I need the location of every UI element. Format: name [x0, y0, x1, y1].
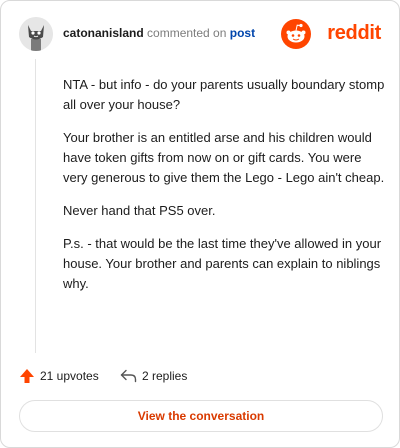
upvote-count: 21 upvotes [40, 369, 99, 383]
replies-button[interactable]: 2 replies [120, 366, 187, 386]
username-link[interactable]: catonanisland [63, 26, 144, 40]
avatar[interactable] [19, 17, 53, 51]
comment-paragraph: NTA - but info - do your parents usually… [63, 77, 385, 112]
action-text: commented on [147, 26, 227, 40]
reddit-snoo-icon [281, 19, 311, 49]
upvote-button[interactable]: 21 upvotes [19, 366, 99, 386]
upvote-arrow-icon [20, 369, 34, 383]
view-conversation-button[interactable]: View the conversation [19, 400, 383, 432]
post-link[interactable]: post [230, 26, 255, 40]
comment-paragraph: Your brother is an entitled arse and his… [63, 130, 385, 185]
comment-paragraph: Never hand that PS5 over. [63, 203, 216, 218]
comment-meta: catonanisland commented on post [63, 26, 255, 40]
reddit-wordmark: reddit [327, 22, 381, 44]
comment-paragraph: P.s. - that would be the last time they'… [63, 236, 382, 291]
thread-line[interactable] [35, 59, 36, 353]
avatar-cat-icon [19, 17, 53, 51]
comment-header: catonanisland commented on post reddit [19, 17, 383, 51]
comment-embed-card: catonanisland commented on post reddit N… [0, 0, 400, 448]
reddit-brand[interactable]: reddit [281, 19, 381, 49]
comment-body: NTA - but info - do your parents usually… [63, 75, 385, 307]
reply-arrow-icon [120, 369, 137, 383]
replies-count: 2 replies [142, 369, 188, 383]
